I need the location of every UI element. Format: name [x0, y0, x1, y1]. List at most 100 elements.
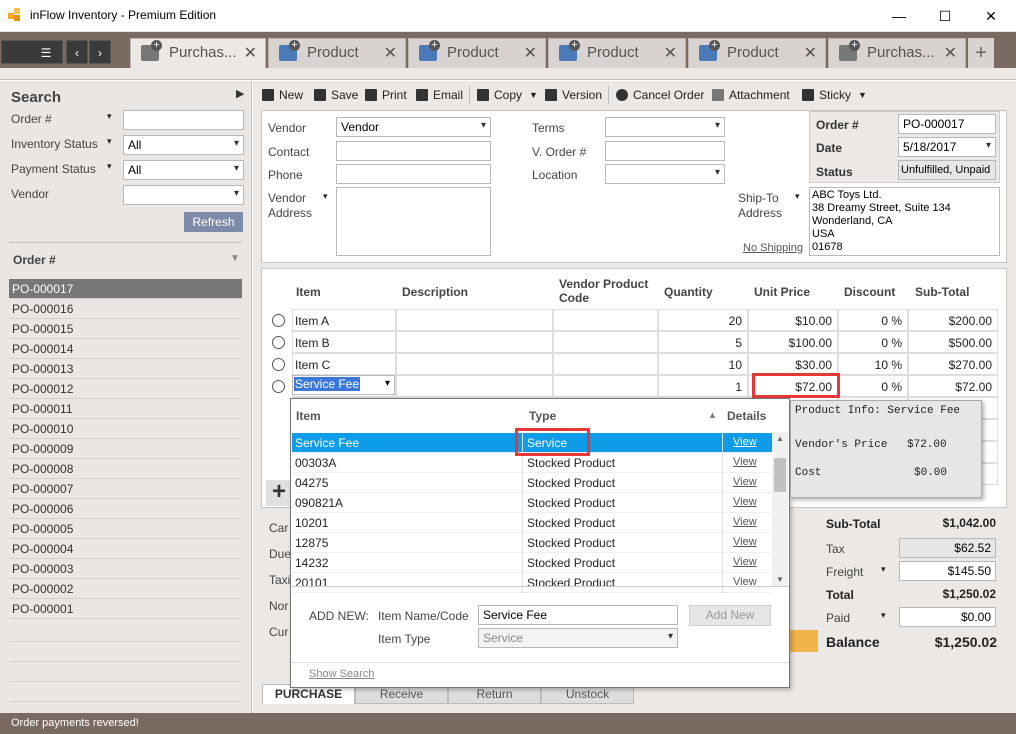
line-item-name[interactable]: Item A	[295, 314, 329, 328]
grid-cell[interactable]	[396, 375, 553, 397]
order-list-item[interactable]: PO-000001	[9, 599, 242, 619]
ship-to-address[interactable]: ABC Toys Ltd. 38 Dreamy Street, Suite 13…	[809, 187, 1000, 256]
tab-product[interactable]: Product ✕	[408, 38, 546, 68]
location-select[interactable]	[605, 164, 725, 184]
row-select-radio[interactable]	[272, 380, 285, 393]
line-disc[interactable]: 0 %	[838, 336, 902, 350]
picker-item[interactable]: 00303A	[295, 456, 336, 470]
line-price[interactable]: $10.00	[748, 314, 832, 328]
phone-input[interactable]	[336, 164, 491, 184]
line-disc[interactable]: 0 %	[838, 314, 902, 328]
line-qty[interactable]: 5	[658, 336, 742, 350]
row-select-radio[interactable]	[272, 336, 285, 349]
show-search-link[interactable]: Show Search	[309, 668, 374, 680]
collapse-arrow-icon[interactable]: ▶	[236, 87, 244, 100]
order-list-item[interactable]: PO-000014	[9, 339, 242, 359]
payment-status-select[interactable]: All	[123, 160, 244, 180]
order-list-item[interactable]: PO-000010	[9, 419, 242, 439]
line-sub[interactable]: $270.00	[908, 358, 992, 372]
order-list-item[interactable]: PO-000012	[9, 379, 242, 399]
forward-button[interactable]: ›	[89, 40, 111, 64]
picker-col-type[interactable]: Type	[529, 409, 556, 423]
order-list-item[interactable]: PO-000011	[9, 399, 242, 419]
line-price[interactable]: $100.00	[748, 336, 832, 350]
order-list-item[interactable]: PO-000009	[9, 439, 242, 459]
refresh-button[interactable]: Refresh	[184, 212, 243, 232]
tab-purchase-order[interactable]: Purchas... ✕	[828, 38, 966, 68]
tab-product[interactable]: Product ✕	[688, 38, 826, 68]
order-number-input[interactable]: PO-000017	[898, 114, 996, 134]
line-sub[interactable]: $500.00	[908, 336, 992, 350]
line-qty[interactable]: 20	[658, 314, 742, 328]
line-disc[interactable]: 0 %	[838, 380, 902, 394]
close-icon[interactable]: ✕	[664, 43, 677, 63]
order-list-item[interactable]: PO-000006	[9, 499, 242, 519]
scroll-down-icon[interactable]: ▼	[776, 575, 784, 584]
order-list-item[interactable]: PO-000015	[9, 319, 242, 339]
dropdown-arrow-icon[interactable]: ▾	[881, 564, 886, 575]
freight-input[interactable]: $145.50	[899, 561, 996, 581]
view-details-link[interactable]: View	[733, 436, 757, 448]
line-item-name[interactable]: Item C	[295, 358, 330, 372]
no-shipping-link[interactable]: No Shipping	[743, 242, 803, 254]
picker-item[interactable]: 10201	[295, 516, 328, 530]
vendor-address-input[interactable]	[336, 187, 491, 256]
grid-cell[interactable]	[396, 331, 553, 353]
new-button[interactable]: New	[262, 88, 303, 102]
order-list-item[interactable]: PO-000007	[9, 479, 242, 499]
item-name-input[interactable]: Service Fee	[478, 605, 678, 625]
close-icon[interactable]: ✕	[384, 43, 397, 63]
email-button[interactable]: Email	[416, 88, 463, 102]
picker-scrollbar[interactable]: ▲ ▼	[772, 432, 788, 586]
tab-purchase-order-active[interactable]: Purchas... ✕	[130, 38, 266, 68]
chevron-down-icon[interactable]: ▾	[385, 378, 390, 389]
contact-input[interactable]	[336, 141, 491, 161]
copy-button[interactable]: Copy	[477, 88, 522, 102]
menu-button[interactable]: ☰	[1, 40, 63, 64]
dropdown-arrow-icon[interactable]: ▾	[107, 136, 112, 147]
tab-product[interactable]: Product ✕	[268, 38, 406, 68]
vendor-select[interactable]: Vendor	[336, 117, 491, 137]
grid-cell[interactable]	[396, 353, 553, 375]
paid-input[interactable]: $0.00	[899, 607, 996, 627]
sticky-dropdown-arrow-icon[interactable]: ▼	[858, 90, 867, 100]
dropdown-arrow-icon[interactable]: ▾	[795, 191, 800, 202]
close-icon[interactable]: ✕	[244, 43, 257, 63]
view-details-link[interactable]: View	[733, 556, 757, 568]
view-details-link[interactable]: View	[733, 536, 757, 548]
back-button[interactable]: ‹	[66, 40, 88, 64]
order-list-item[interactable]: PO-000016	[9, 299, 242, 319]
attachment-button[interactable]: Attachment	[712, 88, 790, 102]
view-details-link[interactable]: View	[733, 496, 757, 508]
line-sub[interactable]: $72.00	[908, 380, 992, 394]
vendor-order-input[interactable]	[605, 141, 725, 161]
dropdown-arrow-icon[interactable]: ▾	[323, 191, 328, 202]
close-icon[interactable]: ✕	[804, 43, 817, 63]
order-list-item[interactable]: PO-000003	[9, 559, 242, 579]
order-list-item[interactable]: PO-000008	[9, 459, 242, 479]
view-details-link[interactable]: View	[733, 476, 757, 488]
view-details-link[interactable]: View	[733, 516, 757, 528]
dropdown-arrow-icon[interactable]: ▾	[107, 111, 112, 122]
close-icon[interactable]: ✕	[944, 43, 957, 63]
terms-select[interactable]	[605, 117, 725, 137]
order-number-search-input[interactable]	[123, 110, 244, 130]
tab-product[interactable]: Product ✕	[548, 38, 686, 68]
item-type-select[interactable]: Service	[478, 628, 678, 648]
line-qty[interactable]: 10	[658, 358, 742, 372]
dropdown-arrow-icon[interactable]: ▾	[881, 610, 886, 621]
picker-col-details[interactable]: Details	[727, 409, 766, 423]
add-tab-button[interactable]: +	[968, 38, 994, 68]
print-button[interactable]: Print	[365, 88, 407, 102]
line-item-name[interactable]: Item B	[295, 336, 330, 350]
line-qty[interactable]: 1	[658, 380, 742, 394]
maximize-button[interactable]: ☐	[922, 0, 968, 32]
minimize-button[interactable]: —	[876, 0, 922, 32]
order-list-item[interactable]: PO-000004	[9, 539, 242, 559]
order-list-item[interactable]: PO-000017	[9, 279, 242, 299]
picker-item[interactable]: 14232	[295, 556, 328, 570]
row-select-radio[interactable]	[272, 314, 285, 327]
picker-item[interactable]: 04275	[295, 476, 328, 490]
picker-item[interactable]: 20101	[295, 576, 328, 590]
grid-cell[interactable]	[553, 375, 658, 397]
